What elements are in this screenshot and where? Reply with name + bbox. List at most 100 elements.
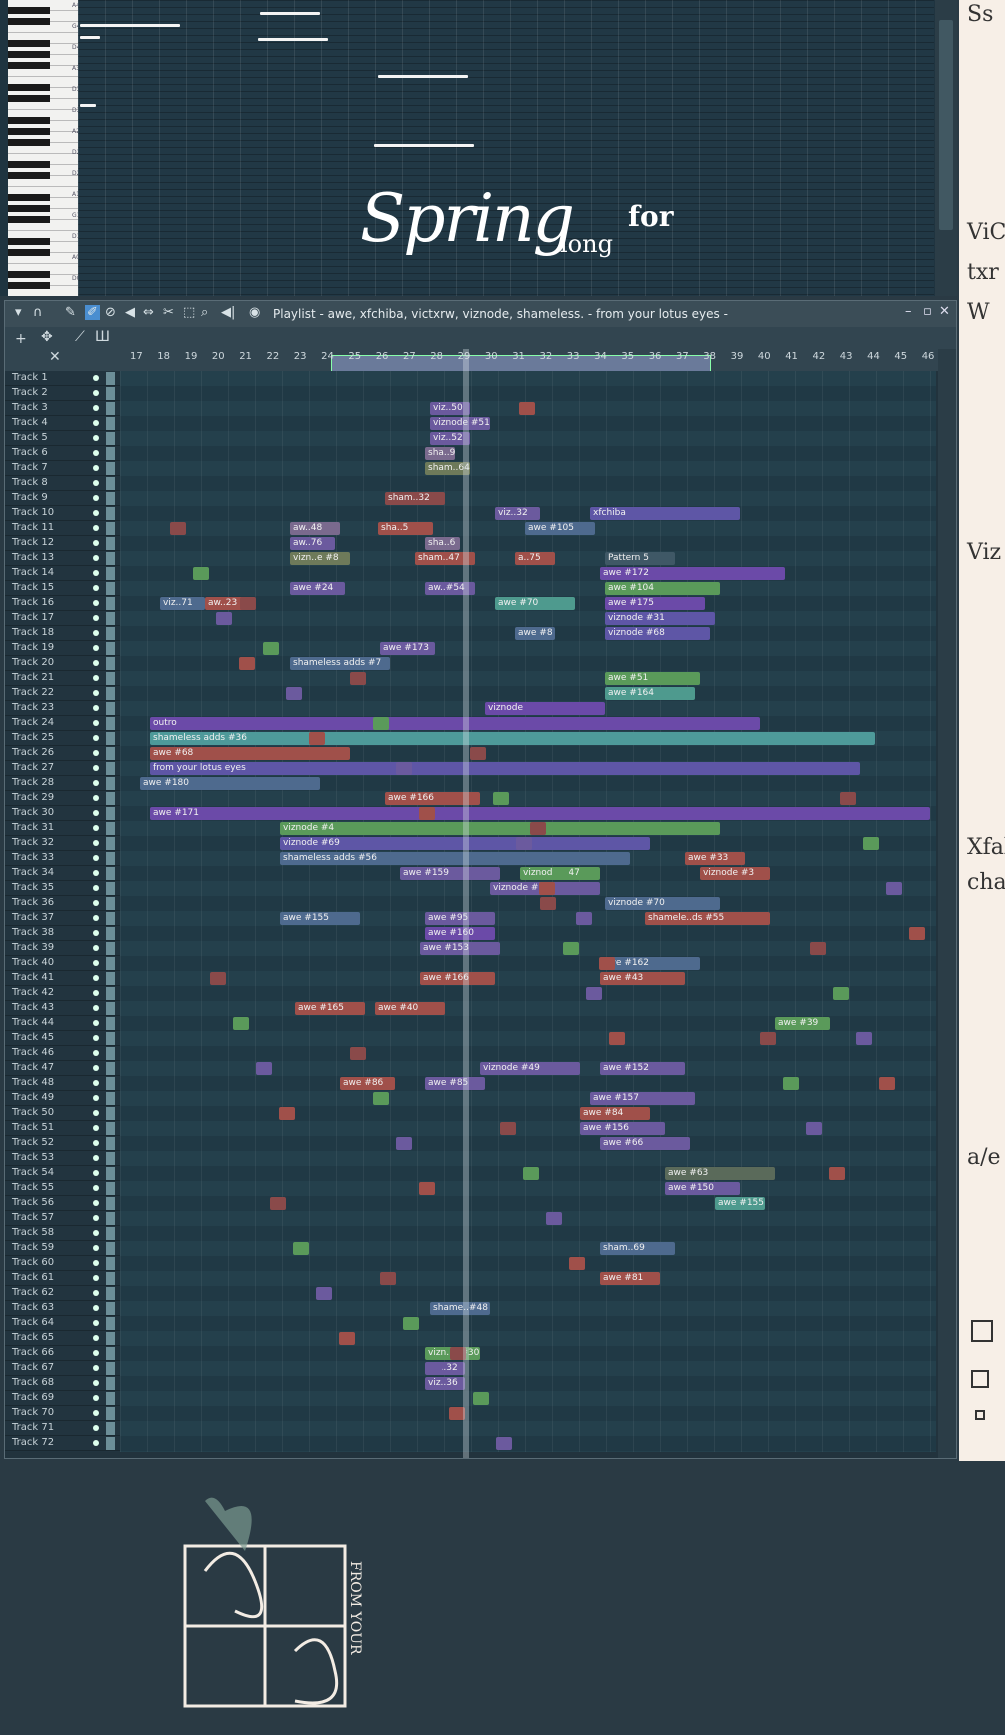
track-header[interactable]: Track 25 [5,731,120,746]
track-select[interactable] [106,1182,115,1195]
mute-led[interactable] [93,570,99,576]
pattern-clip[interactable] [500,1122,516,1135]
track-select[interactable] [106,522,115,535]
mute-led[interactable] [93,870,99,876]
track-select[interactable] [106,1257,115,1270]
maximize-button[interactable]: ▫ [923,304,932,319]
pattern-clip[interactable] [396,762,412,775]
track-select[interactable] [106,1272,115,1285]
mute-led[interactable] [93,510,99,516]
track-select[interactable] [106,417,115,430]
track-select[interactable] [106,1137,115,1150]
track-select[interactable] [106,762,115,775]
track-select[interactable] [106,1317,115,1330]
pattern-clip[interactable] [339,1332,355,1345]
pattern-clip[interactable] [863,837,879,850]
mute-led[interactable] [93,1080,99,1086]
pattern-clip[interactable] [563,942,579,955]
mute-led[interactable] [93,1305,99,1311]
pattern-clip[interactable]: sha..9 [425,447,455,460]
pattern-clip[interactable]: awe #152 [600,1062,685,1075]
midi-note[interactable] [80,104,96,107]
pattern-clip[interactable]: awe #155 [280,912,360,925]
track-header[interactable]: Track 22 [5,686,120,701]
track-header[interactable]: Track 35 [5,881,120,896]
pattern-clip[interactable]: awe #175 [605,597,705,610]
track-select[interactable] [106,657,115,670]
pattern-clip[interactable] [470,747,486,760]
track-header[interactable]: Track 28 [5,776,120,791]
select-icon[interactable]: ⬚ [183,305,195,320]
pattern-clip[interactable]: awe #157 [590,1092,695,1105]
pattern-clip[interactable] [419,807,435,820]
mute-led[interactable] [93,1425,99,1431]
pattern-clip[interactable] [373,1092,389,1105]
pattern-clip[interactable]: viz..32 [495,507,540,520]
track-select[interactable] [106,552,115,565]
track-header[interactable]: Track 61 [5,1271,120,1286]
track-header[interactable]: Track 38 [5,926,120,941]
pattern-clip[interactable] [810,942,826,955]
black-key[interactable] [8,7,50,14]
pattern-clip[interactable] [496,1437,512,1450]
midi-note[interactable] [258,38,328,41]
pattern-clip[interactable] [856,1032,872,1045]
track-select[interactable] [106,1422,115,1435]
track-select[interactable] [106,597,115,610]
track-header[interactable]: Track 39 [5,941,120,956]
time-ruler[interactable]: 17 18 19 20 21 22 23 24 25 26 27 28 29 30 31 32 33 34 35 36… [125,349,936,369]
track-header[interactable]: Track 29 [5,791,120,806]
pattern-clip[interactable]: viznode [485,702,605,715]
track-select[interactable] [106,837,115,850]
mute-led[interactable] [93,1365,99,1371]
pattern-clip[interactable] [576,912,592,925]
mute-led[interactable] [93,645,99,651]
mute-led[interactable] [93,1215,99,1221]
pattern-clip[interactable]: viznode #4 [280,822,720,835]
black-key[interactable] [8,194,50,201]
mute-led[interactable] [93,795,99,801]
mute-led[interactable] [93,1230,99,1236]
playlist-scrollbar[interactable] [938,349,956,1458]
mute-led[interactable] [93,1140,99,1146]
pattern-clip[interactable]: awe #160 [425,927,495,940]
track-header[interactable]: Track 10 [5,506,120,521]
pattern-clip[interactable] [586,987,602,1000]
magnet-icon[interactable]: ∩ [33,305,43,320]
mute-led[interactable] [93,915,99,921]
track-select[interactable] [106,822,115,835]
pattern-clip[interactable]: awe #63 [665,1167,775,1180]
track-select[interactable] [106,1047,115,1060]
pattern-clip[interactable]: awe #171 [150,807,930,820]
track-header[interactable]: Track 31 [5,821,120,836]
track-header[interactable]: Track 1 [5,371,120,386]
track-header[interactable]: Track 68 [5,1376,120,1391]
pattern-clip[interactable]: xfchiba [590,507,740,520]
pattern-clip[interactable]: awe #43 [600,972,685,985]
pattern-clip[interactable] [263,642,279,655]
track-header[interactable]: Track 4 [5,416,120,431]
track-header[interactable]: Track 54 [5,1166,120,1181]
pattern-clip[interactable]: viz..71 [160,597,205,610]
mute-led[interactable] [93,630,99,636]
mute-led[interactable] [93,525,99,531]
pattern-clip[interactable]: awe #164 [605,687,695,700]
pattern-clip[interactable] [540,897,556,910]
track-select[interactable] [106,582,115,595]
track-header[interactable]: Track 57 [5,1211,120,1226]
pattern-clip[interactable] [350,672,366,685]
track-select[interactable] [106,717,115,730]
track-header[interactable]: Track 40 [5,956,120,971]
pattern-clip[interactable]: outro [150,717,760,730]
pattern-clip[interactable]: awe #159 [400,867,500,880]
pattern-clip[interactable]: awe #85 [425,1077,485,1090]
track-header[interactable]: Track 52 [5,1136,120,1151]
pattern-clip[interactable] [609,1032,625,1045]
pattern-clip[interactable]: awe #162 [600,957,700,970]
mute-led[interactable] [93,1380,99,1386]
pattern-clip[interactable]: awe #66 [600,1137,690,1150]
pattern-clip[interactable]: awe #165 [295,1002,365,1015]
track-select[interactable] [106,1167,115,1180]
track-select[interactable] [106,1287,115,1300]
pattern-clip[interactable] [239,657,255,670]
